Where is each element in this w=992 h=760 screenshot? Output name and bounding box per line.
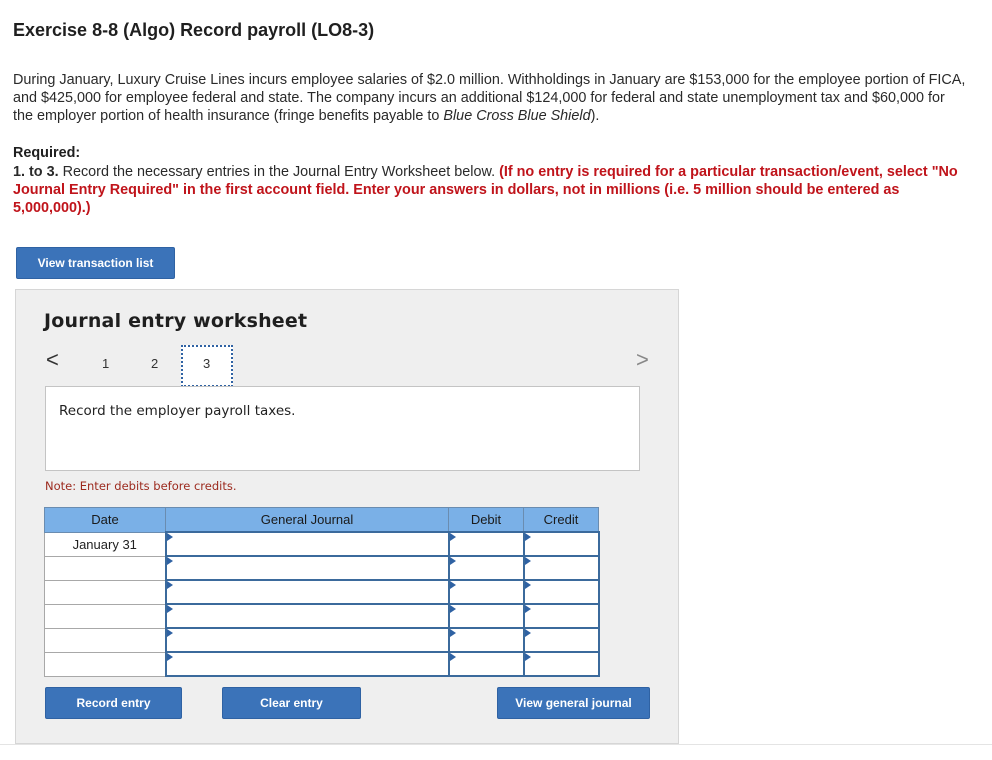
- account-field[interactable]: [164, 627, 450, 653]
- description-box: [45, 386, 640, 471]
- debit-field[interactable]: [447, 627, 525, 653]
- date-cell: [44, 603, 166, 629]
- chevron-right-icon[interactable]: >: [636, 347, 649, 373]
- table-row: [44, 603, 600, 629]
- triangle-marker-icon: [166, 557, 173, 565]
- credit-field[interactable]: [522, 603, 600, 629]
- triangle-marker-icon: [449, 581, 456, 589]
- required-text: 1. to 3. Record the necessary entries in…: [13, 163, 973, 217]
- triangle-marker-icon: [449, 605, 456, 613]
- credit-field[interactable]: [522, 651, 600, 677]
- intro-italic: Blue Cross Blue Shield: [443, 108, 591, 124]
- journal-table: Date General Journal Debit Credit Januar…: [44, 507, 600, 677]
- credit-field[interactable]: [522, 531, 600, 557]
- triangle-marker-icon: [449, 557, 456, 565]
- triangle-marker-icon: [449, 653, 456, 661]
- table-header-row: Date General Journal Debit Credit: [44, 507, 599, 533]
- debit-field[interactable]: [447, 531, 525, 557]
- triangle-marker-icon: [449, 533, 456, 541]
- header-debit: Debit: [448, 507, 524, 533]
- view-general-journal-button[interactable]: View general journal: [497, 687, 650, 719]
- account-field[interactable]: [164, 651, 450, 677]
- debit-field[interactable]: [447, 603, 525, 629]
- required-heading: Required:: [13, 145, 81, 161]
- triangle-marker-icon: [524, 533, 531, 541]
- table-row: [44, 651, 600, 677]
- required-number: 1. to 3.: [13, 164, 59, 180]
- triangle-marker-icon: [524, 605, 531, 613]
- note-text: Note: Enter debits before credits.: [45, 479, 237, 493]
- intro-text-end: ).: [590, 108, 600, 124]
- table-row: [44, 579, 600, 605]
- triangle-marker-icon: [166, 533, 173, 541]
- table-row: [44, 627, 600, 653]
- problem-description: During January, Luxury Cruise Lines incu…: [13, 71, 968, 125]
- page-1[interactable]: 1: [102, 356, 109, 371]
- chevron-left-icon[interactable]: <: [46, 347, 59, 373]
- date-cell: [44, 555, 166, 581]
- account-field[interactable]: [164, 555, 450, 581]
- triangle-marker-icon: [166, 629, 173, 637]
- record-entry-button[interactable]: Record entry: [45, 687, 182, 719]
- divider: [0, 744, 992, 745]
- page-2[interactable]: 2: [151, 356, 158, 371]
- header-date: Date: [44, 507, 166, 533]
- account-field[interactable]: [164, 603, 450, 629]
- required-body: Record the necessary entries in the Jour…: [58, 164, 500, 180]
- date-cell: [44, 651, 166, 677]
- debit-field[interactable]: [447, 651, 525, 677]
- debit-field[interactable]: [447, 555, 525, 581]
- triangle-marker-icon: [524, 629, 531, 637]
- page-title: Exercise 8-8 (Algo) Record payroll (LO8-…: [13, 20, 375, 40]
- date-cell: [44, 579, 166, 605]
- date-cell: [44, 627, 166, 653]
- table-row: January 31: [44, 531, 600, 557]
- triangle-marker-icon: [449, 629, 456, 637]
- worksheet-title: Journal entry worksheet: [44, 310, 308, 332]
- account-field[interactable]: [164, 531, 450, 557]
- triangle-marker-icon: [166, 605, 173, 613]
- debit-field[interactable]: [447, 579, 525, 605]
- triangle-marker-icon: [524, 653, 531, 661]
- credit-field[interactable]: [522, 555, 600, 581]
- triangle-marker-icon: [524, 581, 531, 589]
- credit-field[interactable]: [522, 627, 600, 653]
- triangle-marker-icon: [166, 653, 173, 661]
- triangle-marker-icon: [524, 557, 531, 565]
- page-3[interactable]: 3: [203, 356, 210, 371]
- triangle-marker-icon: [166, 581, 173, 589]
- table-row: [44, 555, 600, 581]
- account-field[interactable]: [164, 579, 450, 605]
- view-transaction-list-button[interactable]: View transaction list: [16, 247, 175, 279]
- worksheet-description: Record the employer payroll taxes.: [59, 403, 296, 419]
- header-general-journal: General Journal: [165, 507, 449, 533]
- credit-field[interactable]: [522, 579, 600, 605]
- clear-entry-button[interactable]: Clear entry: [222, 687, 361, 719]
- header-credit: Credit: [523, 507, 599, 533]
- date-cell: January 31: [44, 531, 166, 557]
